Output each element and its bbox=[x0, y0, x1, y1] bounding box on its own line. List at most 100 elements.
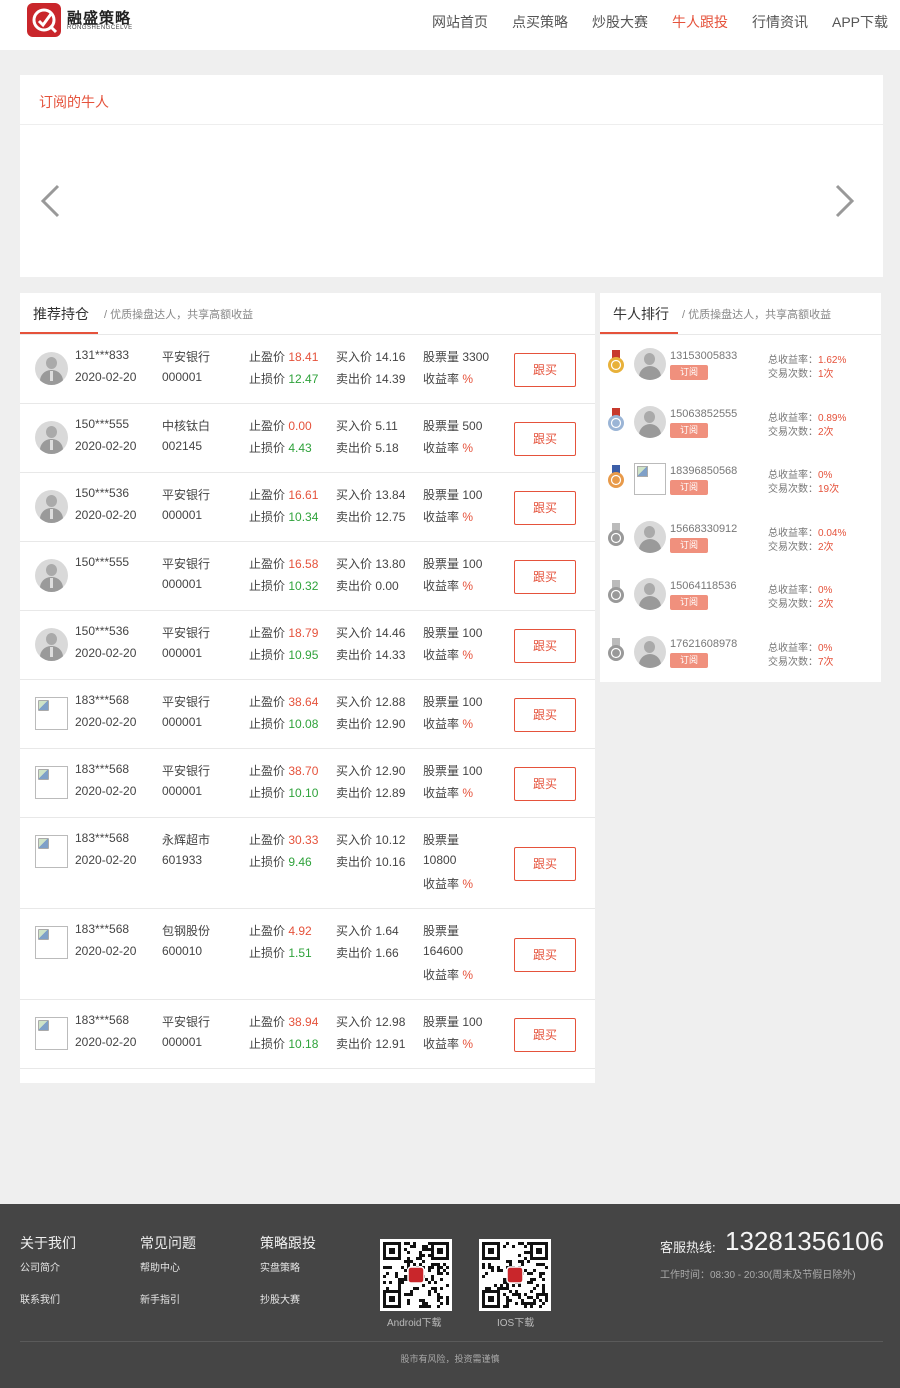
follow-buy-button[interactable]: 跟买 bbox=[514, 353, 576, 387]
footer-link-contest[interactable]: 抄股大赛 bbox=[260, 1291, 300, 1306]
stop-profit-label: 止盈价 bbox=[249, 626, 286, 640]
volume-label: 股票量 bbox=[423, 764, 460, 778]
nav-home[interactable]: 网站首页 bbox=[432, 12, 488, 32]
avatar-body bbox=[639, 654, 661, 668]
stop-profit-value: 38.64 bbox=[288, 695, 319, 709]
carousel-prev-icon[interactable] bbox=[38, 183, 62, 219]
rank-medal-icon bbox=[608, 407, 624, 431]
stop-loss: 止损价 10.08 bbox=[249, 715, 318, 732]
avatar-tie bbox=[50, 647, 53, 657]
buy-price: 买入价 10.12 bbox=[336, 831, 405, 848]
buy-price-label: 买入价 bbox=[336, 626, 373, 640]
stock-name: 包钢股份 bbox=[162, 924, 211, 938]
follow-buy-button[interactable]: 跟买 bbox=[514, 767, 576, 801]
rank-medal-icon bbox=[608, 522, 624, 546]
buy-price-label: 买入价 bbox=[336, 764, 373, 778]
avatar-body bbox=[639, 366, 661, 380]
ranking-row: 15063852555 订阅 总收益率：0.89% 交易次数：2次 bbox=[600, 404, 881, 462]
site-logo[interactable]: 融盛策略 RONGSHENGCELVE bbox=[27, 3, 137, 39]
master-phone[interactable]: 15668330912 bbox=[670, 523, 737, 535]
nav-follow-master[interactable]: 牛人跟投 bbox=[672, 12, 728, 32]
total-yield: 总收益率：1.62% bbox=[768, 351, 846, 366]
footer-link-help[interactable]: 帮助中心 bbox=[140, 1259, 180, 1274]
user-name: 183***568 bbox=[75, 693, 130, 707]
stop-loss: 止损价 1.51 bbox=[249, 944, 312, 961]
avatar-icon bbox=[35, 421, 68, 454]
volume: 股票量 3300 bbox=[423, 348, 489, 365]
stop-profit: 止盈价 16.58 bbox=[249, 555, 318, 572]
sell-price: 卖出价 12.91 bbox=[336, 1035, 405, 1052]
footer-link-contact[interactable]: 联系我们 bbox=[20, 1291, 60, 1306]
master-phone[interactable]: 17621608978 bbox=[670, 638, 737, 650]
yield: 收益率 % bbox=[423, 439, 473, 456]
volume-value: 3300 bbox=[462, 350, 490, 364]
total-yield: 总收益率：0.89% bbox=[768, 409, 846, 424]
follow-buy-button[interactable]: 跟买 bbox=[514, 938, 576, 972]
subscribe-tag-button[interactable]: 订阅 bbox=[670, 653, 708, 668]
trade-date: 2020-02-20 bbox=[75, 944, 137, 958]
volume-value: 100 bbox=[462, 488, 483, 502]
stock-name: 平安银行 bbox=[162, 350, 211, 364]
stop-profit: 止盈价 0.00 bbox=[249, 417, 312, 434]
stop-profit-label: 止盈价 bbox=[249, 764, 286, 778]
avatar-icon bbox=[634, 405, 666, 438]
follow-buy-button[interactable]: 跟买 bbox=[514, 560, 576, 594]
panel-title: 牛人排行 bbox=[613, 306, 669, 322]
avatar-image-broken-icon bbox=[634, 463, 666, 496]
yield-value: % bbox=[462, 786, 474, 800]
sell-price: 卖出价 0.00 bbox=[336, 577, 399, 594]
sell-price-value: 12.90 bbox=[375, 717, 406, 731]
subscribe-tag-button[interactable]: 订阅 bbox=[670, 595, 708, 611]
footer-link-about[interactable]: 公司简介 bbox=[20, 1259, 60, 1274]
carousel-next-icon[interactable] bbox=[833, 183, 857, 219]
avatar-icon bbox=[634, 636, 666, 668]
follow-buy-button[interactable]: 跟买 bbox=[514, 422, 576, 456]
stop-loss: 止损价 12.47 bbox=[249, 370, 318, 387]
master-phone[interactable]: 15064118536 bbox=[670, 580, 736, 592]
stop-loss-label: 止损价 bbox=[249, 579, 286, 593]
panel-desc: / 优质操盘达人，共享高额收益 bbox=[104, 309, 254, 321]
buy-price-label: 买入价 bbox=[336, 695, 373, 709]
sell-price-value: 12.91 bbox=[375, 1037, 406, 1051]
yield-label: 收益率 bbox=[423, 1037, 460, 1051]
yield-value: % bbox=[462, 579, 474, 593]
follow-buy-button[interactable]: 跟买 bbox=[514, 698, 576, 732]
subscribe-tag-button[interactable]: 订阅 bbox=[670, 480, 708, 496]
yield-label: 收益率 bbox=[423, 717, 460, 731]
stop-profit-label: 止盈价 bbox=[249, 557, 286, 571]
trade-count: 交易次数：7次 bbox=[768, 653, 834, 668]
trade-date: 2020-02-20 bbox=[75, 784, 137, 798]
footer-divider bbox=[20, 1341, 883, 1342]
user-name: 150***555 bbox=[75, 555, 130, 569]
nav-market-news[interactable]: 行情资讯 bbox=[752, 12, 808, 32]
subscribe-tag-button[interactable]: 订阅 bbox=[670, 365, 708, 380]
buy-price: 买入价 12.90 bbox=[336, 762, 405, 779]
nav-app-download[interactable]: APP下载 bbox=[832, 12, 888, 32]
trade-count-value: 1次 bbox=[818, 369, 834, 380]
follow-buy-button[interactable]: 跟买 bbox=[514, 491, 576, 525]
master-phone[interactable]: 18396850568 bbox=[670, 465, 737, 477]
master-phone[interactable]: 13153005833 bbox=[670, 350, 737, 362]
volume-label: 股票量 bbox=[423, 488, 460, 502]
ios-download-label: IOS下载 bbox=[497, 1318, 535, 1329]
trade-count-label: 交易次数： bbox=[768, 426, 818, 438]
avatar-icon bbox=[35, 490, 68, 523]
master-phone[interactable]: 15063852555 bbox=[670, 408, 737, 420]
follow-buy-button[interactable]: 跟买 bbox=[514, 629, 576, 663]
footer-link-live-strategy[interactable]: 实盘策略 bbox=[260, 1259, 300, 1274]
stop-profit-label: 止盈价 bbox=[249, 488, 286, 502]
stop-profit: 止盈价 30.33 bbox=[249, 831, 318, 848]
follow-buy-button[interactable]: 跟买 bbox=[514, 847, 576, 881]
footer-link-guide[interactable]: 新手指引 bbox=[140, 1291, 180, 1306]
stop-profit-label: 止盈价 bbox=[249, 924, 286, 938]
trade-count: 交易次数：2次 bbox=[768, 595, 834, 610]
subscribe-tag-button[interactable]: 订阅 bbox=[670, 537, 708, 553]
stop-profit: 止盈价 16.61 bbox=[249, 486, 318, 503]
yield-label: 收益率 bbox=[423, 510, 460, 524]
stop-loss-label: 止损价 bbox=[249, 717, 286, 731]
subscribe-tag-button[interactable]: 订阅 bbox=[670, 422, 708, 438]
nav-strategy[interactable]: 点买策略 bbox=[512, 12, 568, 32]
nav-contest[interactable]: 炒股大赛 bbox=[592, 12, 648, 32]
follow-buy-button[interactable]: 跟买 bbox=[514, 1018, 576, 1052]
stock-name: 中核钛白 bbox=[162, 419, 211, 433]
